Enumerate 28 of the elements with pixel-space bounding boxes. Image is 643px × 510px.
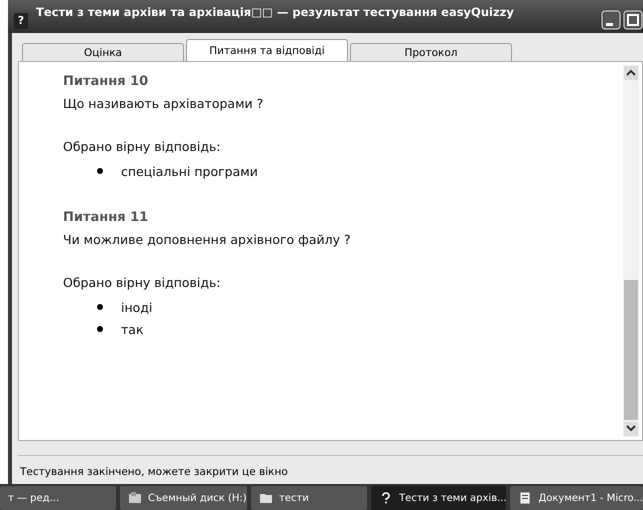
bullet-icon (97, 326, 103, 332)
tab[interactable]: Оцінка (22, 43, 184, 61)
answer-text: так (121, 322, 144, 336)
bullet-icon (97, 304, 103, 310)
app-icon: ? (14, 12, 28, 28)
document-icon (518, 492, 532, 504)
tab[interactable]: Питання та відповіді (186, 39, 348, 61)
taskbar-item[interactable]: Съемный диск (H:) (120, 486, 248, 510)
taskbar-item[interactable]: тести (251, 486, 368, 510)
taskbar-item[interactable]: Тести з теми архів... (371, 486, 506, 510)
minimize-button[interactable] (601, 10, 621, 30)
question-text: Чи можливе доповнення архівного файлу ? (63, 232, 352, 247)
answer-label: Обрано вірну відповідь: (63, 139, 222, 154)
answer-text: спеціальні програми (121, 164, 258, 178)
bullet-icon (97, 168, 103, 174)
window-title: Тести з теми архіви та архівація□□ — результат тестування easyQuizzy (36, 4, 515, 18)
drive-icon (128, 492, 142, 504)
answer-label: Обрано вірну відповідь: (63, 275, 222, 290)
folder-icon (259, 492, 274, 504)
answer-text: іноді (121, 300, 152, 314)
question-number: Питання 11 (63, 210, 150, 225)
question-text: Що називають архіваторами ? (63, 96, 264, 111)
taskbar-item[interactable]: т — ред... (0, 486, 116, 510)
taskbar-item[interactable]: Документ1 - Micro... (510, 486, 643, 510)
maximize-button[interactable] (623, 10, 643, 30)
tab[interactable]: Протокол (350, 43, 512, 61)
question-number: Питання 10 (63, 74, 150, 89)
scrollbar[interactable] (623, 65, 639, 437)
